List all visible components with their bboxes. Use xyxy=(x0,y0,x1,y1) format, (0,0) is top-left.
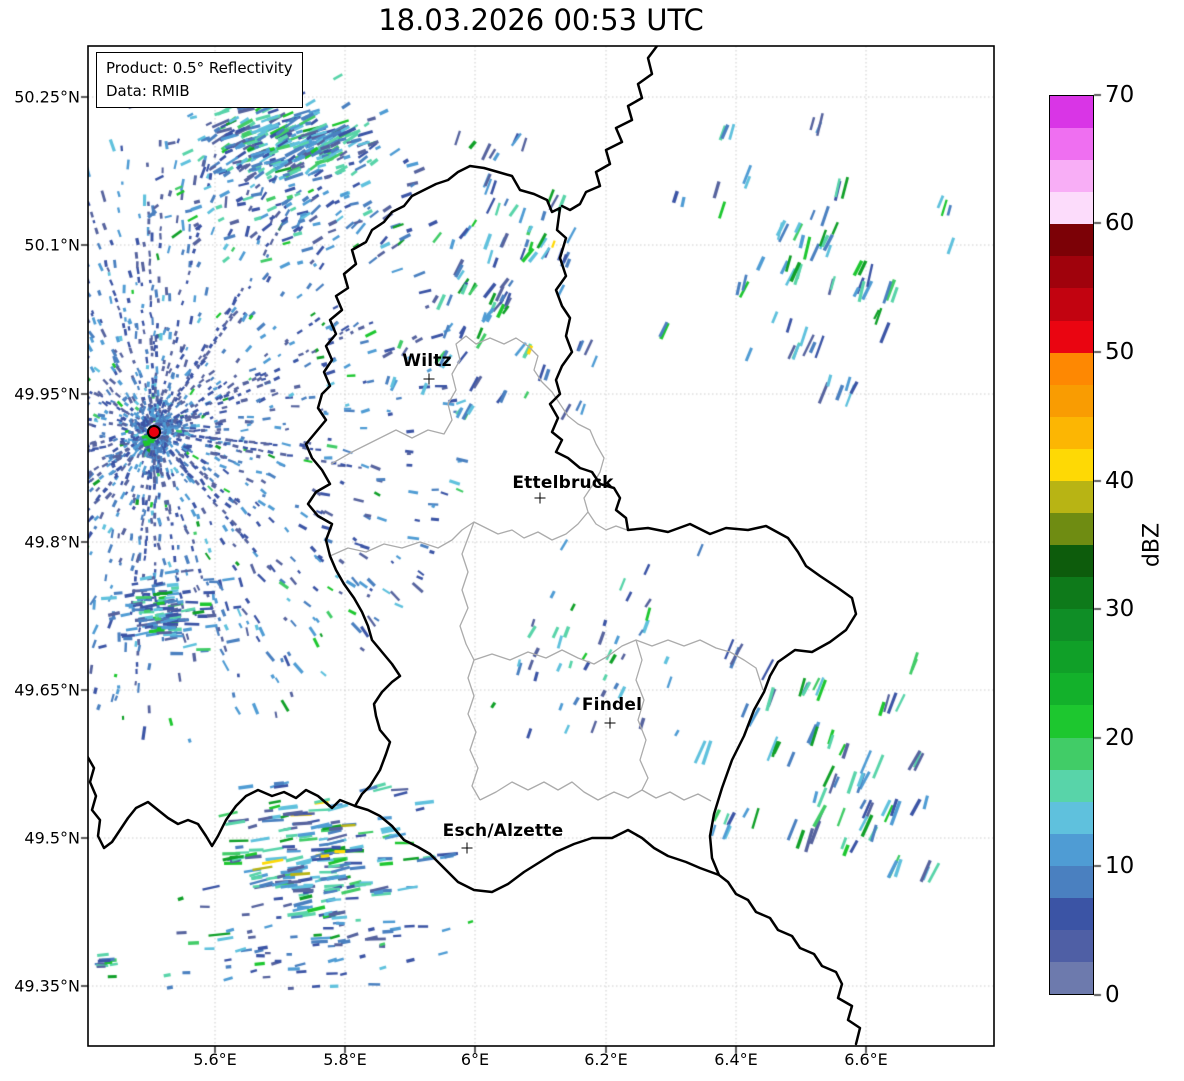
lat-tick-label: 49.65°N xyxy=(14,680,80,700)
colorbar-tick-label: 50 xyxy=(1105,339,1135,365)
colorbar-unit-label: dBZ xyxy=(1139,522,1165,568)
lon-tick-label: 6.2°E xyxy=(584,1050,628,1069)
colorbar-band xyxy=(1050,609,1093,642)
colorbar-band xyxy=(1050,801,1093,834)
france-germany-border xyxy=(717,873,862,1046)
product-info-box: Product: 0.5° Reflectivity Data: RMIB xyxy=(96,52,303,108)
colorbar-tick-label: 20 xyxy=(1105,725,1135,751)
colorbar-band xyxy=(1050,769,1093,802)
colorbar-band xyxy=(1050,288,1093,321)
colorbar-band xyxy=(1050,962,1093,995)
colorbar-band xyxy=(1050,930,1093,963)
lon-tick-label: 6°E xyxy=(460,1050,490,1069)
belgium-germany-border xyxy=(560,46,659,212)
colorbar-tick-label: 30 xyxy=(1105,596,1135,622)
france-belgium-border xyxy=(88,754,357,850)
city-marker-findel xyxy=(604,717,616,729)
city-label-findel: Findel xyxy=(581,695,643,715)
luxembourg-border xyxy=(304,164,858,894)
lat-tick-label: 49.5°N xyxy=(24,828,80,848)
colorbar-band xyxy=(1050,577,1093,610)
colorbar-band xyxy=(1050,513,1093,546)
city-marker-ettelbruck xyxy=(534,492,546,504)
lon-tick-label: 6.6°E xyxy=(844,1050,888,1069)
colorbar-band xyxy=(1050,192,1093,225)
colorbar xyxy=(1049,95,1094,995)
colorbar-band xyxy=(1050,641,1093,674)
city-marker-esch-alzette xyxy=(461,842,473,854)
colorbar-tick-label: 60 xyxy=(1105,210,1135,236)
city-label-ettelbruck: Ettelbruck xyxy=(512,473,614,493)
colorbar-band xyxy=(1050,448,1093,481)
city-label-wiltz: Wiltz xyxy=(402,351,452,371)
lat-tick-label: 49.95°N xyxy=(14,384,80,404)
country-borders xyxy=(88,46,862,1046)
colorbar-band xyxy=(1050,865,1093,898)
data-source-label: Data: RMIB xyxy=(106,81,190,100)
district-borders xyxy=(329,335,764,802)
colorbar-tick-label: 40 xyxy=(1105,468,1135,494)
colorbar-band xyxy=(1050,705,1093,738)
colorbar-band xyxy=(1050,320,1093,353)
lon-tick-label: 6.4°E xyxy=(714,1050,758,1069)
colorbar-band xyxy=(1050,673,1093,706)
radar-map-figure: 18.03.2026 00:53 UTC Product: 0.5° Refle… xyxy=(0,0,1184,1081)
colorbar-band xyxy=(1050,352,1093,385)
city-label-esch-alzette: Esch/Alzette xyxy=(442,821,564,841)
lat-tick-label: 50.1°N xyxy=(24,235,80,255)
colorbar-band xyxy=(1050,480,1093,514)
radar-site-marker xyxy=(147,425,161,439)
colorbar-band xyxy=(1050,224,1093,257)
colorbar-band xyxy=(1050,833,1093,866)
lat-tick-label: 49.8°N xyxy=(24,532,80,552)
colorbar-band xyxy=(1050,897,1093,931)
colorbar-band xyxy=(1050,737,1093,770)
colorbar-band xyxy=(1050,128,1093,161)
colorbar-band xyxy=(1050,416,1093,449)
lat-tick-label: 49.35°N xyxy=(14,976,80,996)
colorbar-band xyxy=(1050,384,1093,417)
colorbar-band xyxy=(1050,96,1093,129)
colorbar-band xyxy=(1050,160,1093,193)
lat-tick-label: 50.25°N xyxy=(14,87,80,107)
colorbar-tick-label: 0 xyxy=(1105,982,1120,1008)
product-label: Product: 0.5° Reflectivity xyxy=(106,59,293,77)
map-borders-layer xyxy=(87,45,995,1047)
colorbar-tick-label: 70 xyxy=(1105,82,1135,108)
colorbar-band xyxy=(1050,256,1093,289)
lon-tick-label: 5.8°E xyxy=(323,1050,367,1069)
city-marker-wiltz xyxy=(423,373,435,385)
colorbar-tick-label: 10 xyxy=(1105,853,1135,879)
colorbar-band xyxy=(1050,545,1093,578)
lon-tick-label: 5.6°E xyxy=(193,1050,237,1069)
figure-title: 18.03.2026 00:53 UTC xyxy=(378,3,704,37)
